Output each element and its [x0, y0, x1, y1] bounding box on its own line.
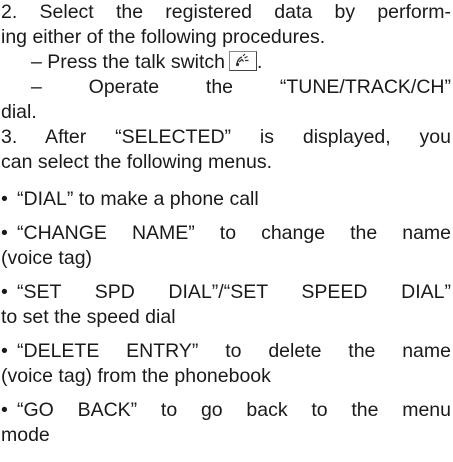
step-3: 3. After “SELECTED” is displayed, you ca… [1, 125, 451, 175]
bullet-text: “SET SPD DIAL”/“SET SPEED DIAL” [17, 281, 451, 303]
step-2-sub-2-line-2: dial. [1, 101, 37, 123]
bullet-text-cont: mode [1, 424, 50, 446]
bullet-text-cont: (voice tag) [1, 247, 93, 269]
bullet-item: • “CHANGE NAME” to change the name (voice… [1, 221, 451, 271]
bullet-item: • “DIAL” to make a phone call [1, 187, 451, 212]
bullet-dot-icon: • [1, 340, 8, 362]
step-2-line-2: ing either of the following procedures. [1, 26, 326, 48]
bullet-text: “GO BACK” to go back to the menu [17, 399, 451, 421]
step-2-line-1: 2. Select the registered data by perform… [1, 1, 451, 23]
bullet-text-cont: to set the speed dial [1, 306, 176, 328]
bullet-dot-icon: • [1, 399, 8, 421]
step-2-sub-1-end: . [257, 51, 263, 73]
bullet-text: “CHANGE NAME” to change the name [17, 222, 451, 244]
bullet-text: “DELETE ENTRY” to delete the name [17, 340, 451, 362]
talk-switch-icon [229, 51, 257, 71]
bullet-dot-icon: • [1, 188, 8, 210]
bullet-text: “DIAL” to make a phone call [17, 188, 259, 210]
step-2-sub-2-line-1: – Operate the “TUNE/TRACK/CH” [31, 76, 451, 98]
bullet-item: • “DELETE ENTRY” to delete the name (voic… [1, 339, 451, 389]
step-2: 2. Select the registered data by perform… [1, 0, 451, 125]
bullet-item: • “SET SPD DIAL”/“SET SPEED DIAL” to set … [1, 280, 451, 330]
step-3-line-1: 3. After “SELECTED” is displayed, you [1, 126, 451, 148]
step-2-sub-1: – Press the talk switch. [1, 50, 451, 75]
manual-page: 2. Select the registered data by perform… [1, 0, 451, 448]
bullet-dot-icon: • [1, 222, 8, 244]
step-2-sub-1-text: – Press the talk switch [31, 51, 225, 73]
bullet-item: • “GO BACK” to go back to the menu mode [1, 398, 451, 448]
bullet-text-cont: (voice tag) from the phonebook [1, 365, 271, 387]
bullet-dot-icon: • [1, 281, 8, 303]
step-3-line-2: can select the following menus. [1, 151, 272, 173]
